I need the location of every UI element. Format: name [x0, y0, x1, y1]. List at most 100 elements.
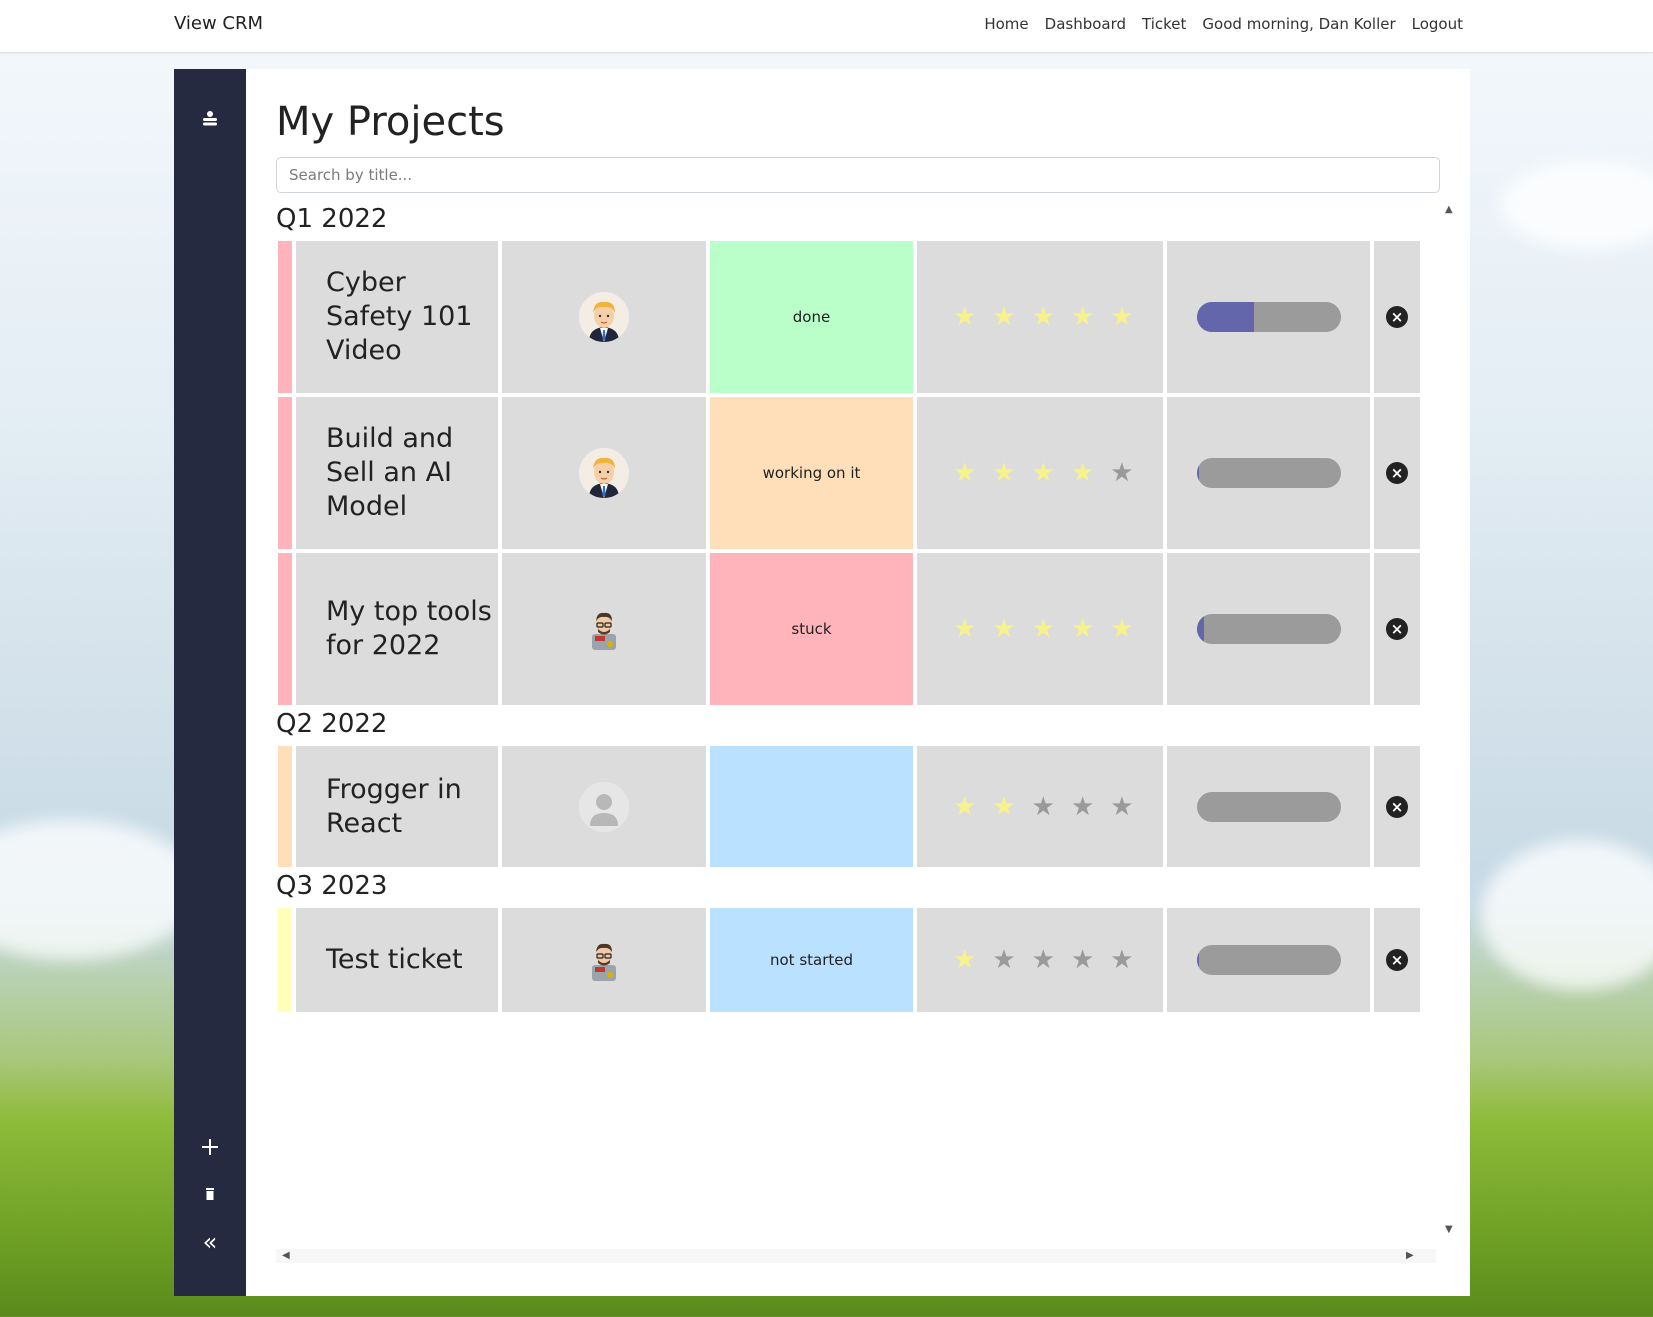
progress-bar[interactable] — [1196, 458, 1341, 488]
progress-fill — [1196, 458, 1200, 488]
star-icon[interactable]: ★ — [1032, 794, 1055, 820]
blond-man-avatar — [579, 448, 629, 498]
delete-cell: × — [1374, 553, 1420, 705]
star-icon[interactable]: ★ — [992, 947, 1015, 973]
progress-bar[interactable] — [1196, 302, 1341, 332]
nav-greeting: Good morning, Dan Koller — [1202, 15, 1396, 33]
star-icon[interactable]: ★ — [953, 304, 976, 330]
progress-bar[interactable] — [1196, 945, 1341, 975]
group-title: Q3 2023 — [276, 871, 388, 901]
star-icon[interactable]: ★ — [992, 794, 1015, 820]
page-title: My Projects — [276, 99, 505, 145]
star-icon[interactable]: ★ — [1032, 304, 1055, 330]
star-icon[interactable]: ★ — [1110, 616, 1133, 642]
nav-ticket-link[interactable]: Ticket — [1142, 15, 1186, 33]
star-icon[interactable]: ★ — [1071, 794, 1094, 820]
delete-x-icon[interactable]: × — [1386, 618, 1408, 640]
project-title[interactable]: Frogger in React — [296, 746, 498, 867]
delete-x-icon[interactable]: × — [1386, 795, 1408, 818]
status-cell[interactable] — [710, 746, 913, 867]
star-icon[interactable]: ★ — [1110, 304, 1133, 330]
status-cell[interactable]: stuck — [710, 553, 913, 705]
delete-x-icon[interactable]: × — [1386, 462, 1408, 484]
brand-link[interactable]: View CRM — [174, 13, 263, 34]
star-icon[interactable]: ★ — [1071, 460, 1094, 486]
row-color-accent — [278, 397, 292, 549]
nav-dashboard-link[interactable]: Dashboard — [1045, 15, 1126, 33]
star-icon[interactable]: ★ — [1071, 616, 1094, 642]
rating-cell: ★ ★ ★ ★ ★ — [917, 241, 1163, 393]
star-icon[interactable]: ★ — [1110, 794, 1133, 820]
search-input[interactable] — [276, 157, 1440, 193]
row-color-accent — [278, 908, 292, 1012]
scroll-right-arrow-icon[interactable]: ▶ — [1406, 1250, 1414, 1261]
star-icon[interactable]: ★ — [992, 304, 1015, 330]
top-navbar: View CRM Home Dashboard Ticket Good morn… — [0, 0, 1653, 53]
nav-logout-link[interactable]: Logout — [1412, 15, 1463, 33]
star-icon[interactable]: ★ — [1032, 947, 1055, 973]
progress-cell — [1167, 746, 1370, 867]
delete-x-icon[interactable]: × — [1386, 949, 1408, 971]
project-row[interactable]: Build and Sell an AI Model working on it ★… — [276, 397, 1420, 549]
scroll-up-arrow-icon[interactable]: ▲ — [1445, 204, 1453, 215]
project-row[interactable]: Cyber Safety 101 Video done ★ ★ ★ ★ ★ × — [276, 241, 1420, 393]
progress-bar[interactable] — [1196, 614, 1341, 644]
progress-fill — [1196, 302, 1255, 332]
cloud-decoration — [1480, 840, 1653, 990]
nav-links: Home Dashboard Ticket Good morning, Dan … — [984, 15, 1463, 33]
progress-fill — [1196, 945, 1200, 975]
rating-cell: ★ ★ ★ ★ ★ — [917, 908, 1163, 1012]
status-cell[interactable]: done — [710, 241, 913, 393]
star-icon[interactable]: ★ — [1110, 947, 1133, 973]
star-icon[interactable]: ★ — [1071, 947, 1094, 973]
star-icon[interactable]: ★ — [992, 616, 1015, 642]
project-row[interactable]: Frogger in React ★ ★ ★ ★ ★ × — [276, 746, 1420, 867]
row-color-accent — [278, 553, 292, 705]
project-title[interactable]: Build and Sell an AI Model — [296, 397, 498, 549]
delete-cell: × — [1374, 397, 1420, 549]
group-title: Q1 2022 — [276, 204, 388, 234]
nav-home-link[interactable]: Home — [984, 15, 1028, 33]
star-icon[interactable]: ★ — [1032, 460, 1055, 486]
scroll-down-arrow-icon[interactable]: ▼ — [1445, 1224, 1453, 1235]
owner-cell — [502, 397, 706, 549]
blond-man-avatar — [579, 292, 629, 342]
project-row[interactable]: Test ticket not started ★ ★ ★ ★ ★ × — [276, 908, 1420, 1012]
star-icon[interactable]: ★ — [953, 616, 976, 642]
star-icon[interactable]: ★ — [953, 460, 976, 486]
status-cell[interactable]: working on it — [710, 397, 913, 549]
star-icon[interactable]: ★ — [992, 460, 1015, 486]
star-icon[interactable]: ★ — [953, 794, 976, 820]
status-cell[interactable]: not started — [710, 908, 913, 1012]
star-icon[interactable]: ★ — [1032, 616, 1055, 642]
group-title: Q2 2022 — [276, 709, 388, 739]
owner-cell — [502, 241, 706, 393]
rating-cell: ★ ★ ★ ★ ★ — [917, 553, 1163, 705]
double-chevron-left-icon[interactable]: « — [174, 1222, 246, 1262]
sidebar: « — [174, 69, 246, 1296]
progress-bar[interactable] — [1196, 791, 1341, 822]
row-color-accent — [278, 241, 292, 393]
main-container: « My Projects Q1 2022 Cyber Safety 101 Vi… — [174, 69, 1470, 1296]
project-row[interactable]: My top tools for 2022 stuck ★ ★ ★ ★ ★ × — [276, 553, 1420, 705]
progress-fill — [1196, 614, 1204, 644]
delete-cell: × — [1374, 908, 1420, 1012]
delete-x-icon[interactable]: × — [1386, 306, 1408, 328]
project-title[interactable]: Cyber Safety 101 Video — [296, 241, 498, 393]
horizontal-scrollbar[interactable]: ◀ ▶ — [276, 1249, 1436, 1263]
project-title[interactable]: My top tools for 2022 — [296, 553, 498, 705]
star-icon[interactable]: ★ — [1110, 460, 1133, 486]
rating-cell: ★ ★ ★ ★ ★ — [917, 746, 1163, 867]
progress-cell — [1167, 908, 1370, 1012]
scroll-left-arrow-icon[interactable]: ◀ — [282, 1250, 290, 1261]
plus-icon[interactable] — [174, 1127, 246, 1167]
glasses-man-avatar — [579, 935, 629, 985]
rating-cell: ★ ★ ★ ★ ★ — [917, 397, 1163, 549]
person-stack-icon[interactable] — [174, 99, 246, 139]
trash-icon[interactable] — [174, 1174, 246, 1214]
star-icon[interactable]: ★ — [953, 947, 976, 973]
vertical-scrollbar[interactable]: ▲ ▼ — [1444, 204, 1456, 1239]
star-icon[interactable]: ★ — [1071, 304, 1094, 330]
project-title[interactable]: Test ticket — [296, 908, 498, 1012]
delete-cell: × — [1374, 746, 1420, 867]
